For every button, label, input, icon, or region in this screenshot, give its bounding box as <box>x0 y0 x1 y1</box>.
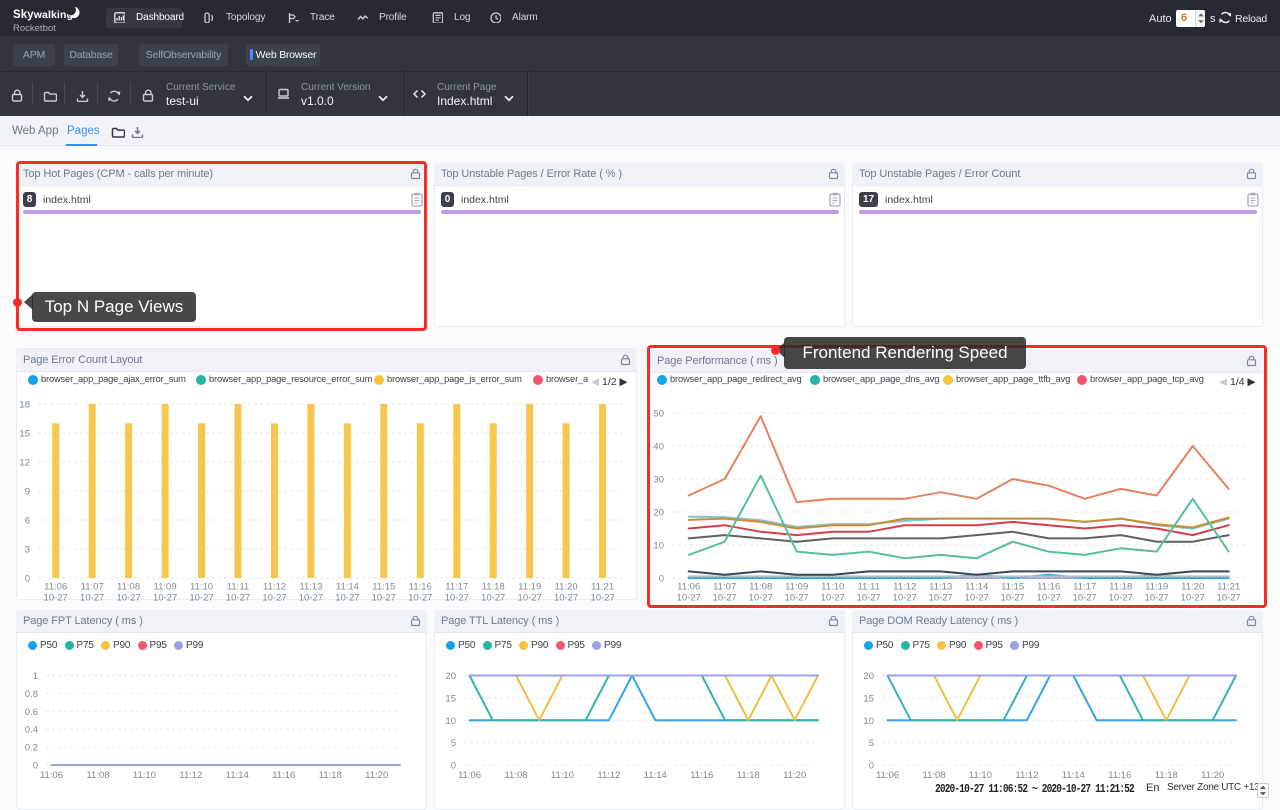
svg-text:11:20: 11:20 <box>783 770 806 781</box>
svg-text:11:15: 11:15 <box>372 582 395 593</box>
svg-text:11:18: 11:18 <box>482 582 505 593</box>
svg-text:12: 12 <box>19 458 30 469</box>
svg-text:11:11: 11:11 <box>227 582 249 593</box>
svg-text:11:06: 11:06 <box>40 770 63 781</box>
svg-text:10-27: 10-27 <box>153 593 177 604</box>
svg-text:11:07: 11:07 <box>81 582 104 593</box>
svg-text:10-27: 10-27 <box>262 593 286 604</box>
svg-text:11:08: 11:08 <box>117 582 140 593</box>
svg-text:11:21: 11:21 <box>591 582 614 593</box>
svg-text:10-27: 10-27 <box>481 593 505 604</box>
svg-text:11:14: 11:14 <box>226 770 249 781</box>
svg-text:11:08: 11:08 <box>504 770 527 781</box>
svg-text:10-27: 10-27 <box>445 593 469 604</box>
svg-text:20: 20 <box>445 671 456 682</box>
svg-text:18: 18 <box>19 400 30 411</box>
svg-text:11:20: 11:20 <box>365 770 388 781</box>
svg-text:11:10: 11:10 <box>551 770 574 781</box>
svg-text:11:14: 11:14 <box>1062 770 1085 781</box>
svg-text:10-27: 10-27 <box>408 593 432 604</box>
svg-text:0.6: 0.6 <box>25 707 38 718</box>
svg-text:11:16: 11:16 <box>1108 770 1131 781</box>
svg-text:0: 0 <box>33 761 38 772</box>
svg-text:20: 20 <box>863 671 874 682</box>
svg-text:11:13: 11:13 <box>299 582 322 593</box>
svg-text:10-27: 10-27 <box>335 593 359 604</box>
svg-text:10-27: 10-27 <box>372 593 396 604</box>
svg-text:11:20: 11:20 <box>555 582 578 593</box>
svg-text:11:17: 11:17 <box>445 582 468 593</box>
svg-text:11:06: 11:06 <box>44 582 67 593</box>
svg-text:11:16: 11:16 <box>272 770 295 781</box>
svg-text:5: 5 <box>869 738 874 749</box>
svg-text:0: 0 <box>451 761 456 772</box>
svg-text:11:08: 11:08 <box>922 770 945 781</box>
svg-text:11:16: 11:16 <box>690 770 713 781</box>
svg-text:11:14: 11:14 <box>336 582 359 593</box>
svg-text:10: 10 <box>445 716 456 727</box>
svg-text:0.2: 0.2 <box>25 743 38 754</box>
svg-text:0.4: 0.4 <box>25 725 38 736</box>
svg-text:15: 15 <box>863 693 874 704</box>
svg-text:10-27: 10-27 <box>590 593 614 604</box>
svg-text:11:12: 11:12 <box>597 770 620 781</box>
svg-text:11:16: 11:16 <box>409 582 432 593</box>
svg-text:0: 0 <box>25 574 30 585</box>
svg-text:11:06: 11:06 <box>458 770 481 781</box>
svg-text:15: 15 <box>445 693 456 704</box>
svg-text:11:12: 11:12 <box>179 770 202 781</box>
svg-text:10-27: 10-27 <box>116 593 140 604</box>
svg-text:10-27: 10-27 <box>554 593 578 604</box>
svg-text:11:19: 11:19 <box>518 582 541 593</box>
svg-text:11:18: 11:18 <box>1155 770 1178 781</box>
svg-text:0.8: 0.8 <box>25 689 38 700</box>
svg-text:11:08: 11:08 <box>86 770 109 781</box>
svg-text:11:10: 11:10 <box>969 770 992 781</box>
svg-text:10-27: 10-27 <box>189 593 213 604</box>
svg-text:10-27: 10-27 <box>226 593 250 604</box>
svg-text:11:14: 11:14 <box>644 770 667 781</box>
svg-text:10-27: 10-27 <box>80 593 104 604</box>
svg-text:11:20: 11:20 <box>1201 770 1224 781</box>
svg-text:10-27: 10-27 <box>518 593 542 604</box>
svg-text:10-27: 10-27 <box>44 593 68 604</box>
svg-text:11:18: 11:18 <box>737 770 760 781</box>
svg-text:9: 9 <box>25 487 30 498</box>
svg-text:1: 1 <box>33 671 38 682</box>
svg-text:11:12: 11:12 <box>263 582 286 593</box>
svg-text:11:10: 11:10 <box>190 582 213 593</box>
svg-text:11:12: 11:12 <box>1015 770 1038 781</box>
svg-text:11:09: 11:09 <box>154 582 177 593</box>
svg-text:10: 10 <box>863 716 874 727</box>
svg-text:10-27: 10-27 <box>299 593 323 604</box>
svg-text:15: 15 <box>19 429 30 440</box>
svg-text:3: 3 <box>25 545 30 556</box>
svg-text:11:06: 11:06 <box>876 770 899 781</box>
svg-text:11:10: 11:10 <box>133 770 156 781</box>
svg-text:6: 6 <box>25 516 30 527</box>
svg-text:5: 5 <box>451 738 456 749</box>
svg-text:0: 0 <box>869 761 874 772</box>
svg-text:11:18: 11:18 <box>319 770 342 781</box>
